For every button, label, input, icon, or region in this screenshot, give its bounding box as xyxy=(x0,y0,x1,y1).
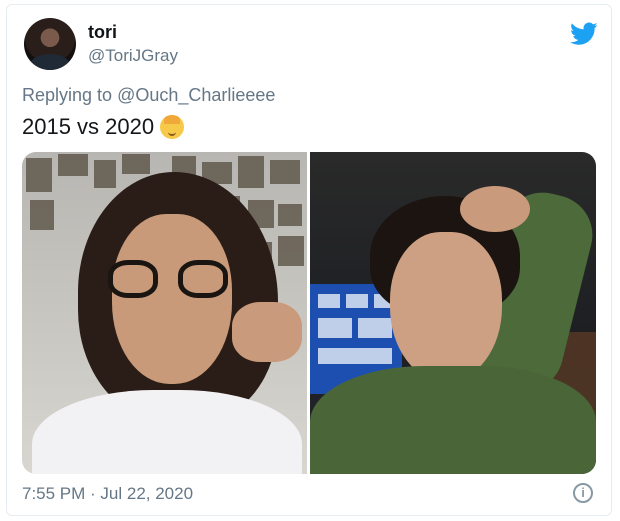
baby-face-emoji-icon xyxy=(160,115,185,139)
reply-mention-link[interactable]: @Ouch_Charlieeee xyxy=(117,85,275,105)
hand xyxy=(232,302,302,362)
glasses xyxy=(108,260,232,300)
reply-context: Replying to @Ouch_Charlieeee xyxy=(22,85,275,106)
green-sweater xyxy=(310,366,596,474)
info-icon[interactable]: i xyxy=(573,483,593,503)
tweet-text: 2015 vs 2020 xyxy=(22,114,185,140)
reply-prefix: Replying to xyxy=(22,85,113,105)
selfie-2015-photo[interactable] xyxy=(22,152,307,474)
media-grid xyxy=(22,152,596,474)
white-shirt xyxy=(32,390,302,474)
tweet-timestamp[interactable]: 7:55 PM · Jul 22, 2020 xyxy=(22,484,193,504)
face xyxy=(390,232,502,382)
author-handle[interactable]: @ToriJGray xyxy=(88,46,178,66)
selfie-2020-photo[interactable] xyxy=(310,152,596,474)
hand xyxy=(460,186,530,232)
author-name[interactable]: tori xyxy=(88,22,117,43)
tweet-body: 2015 vs 2020 xyxy=(22,114,155,139)
twitter-bird-icon xyxy=(570,22,598,45)
avatar[interactable] xyxy=(24,18,76,70)
